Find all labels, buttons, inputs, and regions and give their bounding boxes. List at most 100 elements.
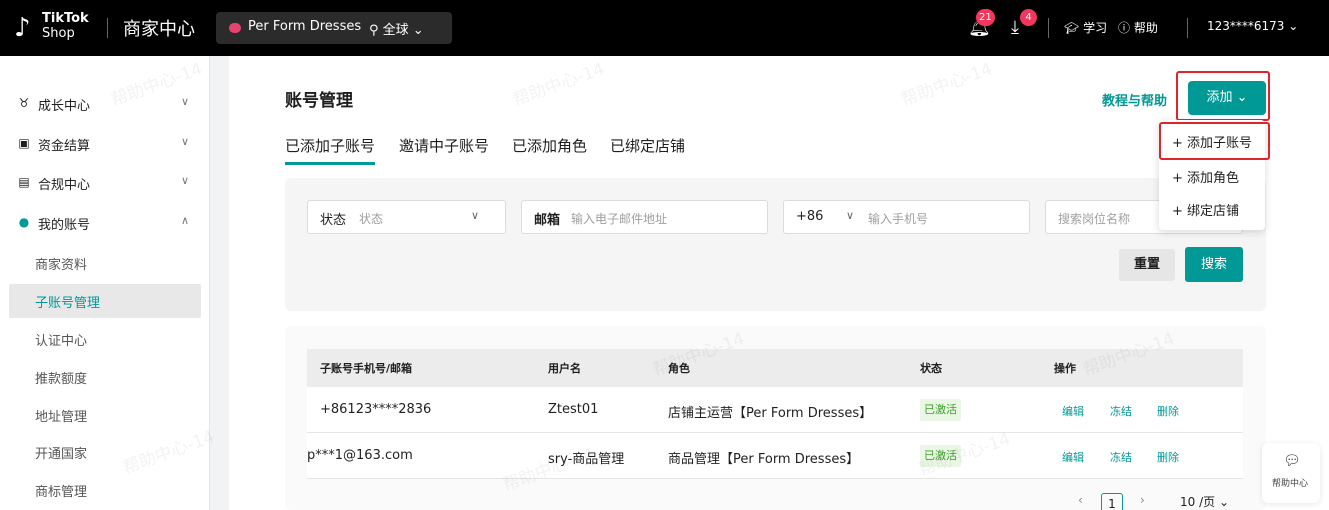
logo-line1: TikTok [42, 11, 89, 26]
edit-link[interactable]: 编辑 [1062, 403, 1084, 419]
reset-button[interactable]: 重置 [1119, 249, 1175, 281]
help-link[interactable]: ⓘ 帮助 [1118, 19, 1158, 36]
cell-username: sry-商品管理 [548, 452, 625, 467]
sidebar-item-label: 我的账号 [38, 218, 91, 233]
sidebar-subitem-address[interactable]: 地址管理 [0, 396, 210, 434]
shop-avatar-icon [229, 23, 241, 33]
tiktok-shop-logo[interactable]: ♪ TikTok Shop [14, 11, 104, 45]
sidebar-item-growth[interactable]: ♉︎ 成长中心 ∨ [0, 85, 210, 123]
app-name: 商家中心 [123, 19, 195, 40]
help-center-label: 帮助中心 [1272, 479, 1309, 489]
sidebar-subitem-label: 商标管理 [35, 485, 88, 500]
chevron-down-icon: ⌄ [408, 23, 424, 38]
column-header: 状态 [920, 362, 942, 375]
download-badge: 4 [1020, 9, 1037, 26]
question-circle-icon: ⓘ [1118, 21, 1134, 35]
email-placeholder: 输入电子邮件地址 [571, 212, 668, 226]
column-header: 子账号手机号/邮箱 [320, 362, 413, 375]
delete-link[interactable]: 删除 [1157, 403, 1179, 419]
help-center-float-button[interactable]: 💬︎ 帮助中心 [1262, 443, 1320, 503]
divider [107, 18, 108, 38]
chat-bubble-icon: 💬︎ [1283, 453, 1301, 469]
tab-inviting-subaccounts[interactable]: 邀请中子账号 [399, 135, 489, 156]
chevron-down-icon: ∨ [181, 135, 190, 148]
edit-link[interactable]: 编辑 [1062, 449, 1084, 465]
phone-field[interactable]: +86 ∨ 输入手机号 [783, 200, 1030, 234]
sidebar-item-my-account[interactable]: ● 我的账号 ∧ [0, 204, 210, 242]
next-page-icon[interactable]: › [1140, 493, 1145, 507]
page-number[interactable]: 1 [1101, 493, 1123, 510]
column-header: 操作 [1054, 362, 1076, 375]
sidebar-subitem-label: 开通国家 [35, 447, 88, 462]
prev-page-icon[interactable]: ‹ [1078, 493, 1083, 507]
column-header: 用户名 [548, 362, 581, 375]
page-title: 账号管理 [285, 91, 353, 111]
sidebar-subitem-merchant-info[interactable]: 商家资料 [0, 244, 210, 282]
sidebar-subitem-label: 地址管理 [35, 410, 88, 425]
search-button[interactable]: 搜索 [1185, 247, 1243, 282]
phone-code[interactable]: +86 [796, 209, 823, 224]
position-placeholder: 搜索岗位名称 [1058, 212, 1131, 226]
tab-bound-shops[interactable]: 已绑定店铺 [610, 135, 685, 156]
chevron-down-icon: ∨ [471, 209, 480, 222]
chevron-down-icon: ∨ [846, 209, 855, 222]
tab-added-subaccounts[interactable]: 已添加子账号 [285, 135, 376, 165]
cell-contact: +86123****2836 [320, 402, 432, 417]
shop-name: Per Form Dresses [248, 19, 362, 34]
notification-bell-icon[interactable]: 🔔︎ 21 [968, 9, 995, 38]
graduation-cap-icon: 🎓︎ [1064, 21, 1084, 35]
highlight-box [1176, 71, 1270, 121]
tab-added-roles[interactable]: 已添加角色 [512, 135, 587, 156]
status-badge: 已激活 [920, 445, 961, 467]
highlight-box [1159, 122, 1270, 160]
menu-item-bind-shop[interactable]: + 绑定店铺 [1172, 200, 1239, 219]
menu-item-add-role[interactable]: + 添加角色 [1172, 167, 1239, 186]
delete-link[interactable]: 删除 [1157, 449, 1179, 465]
learn-label: 学习 [1083, 21, 1108, 35]
region-label: 全球 [382, 23, 409, 38]
chevron-down-icon: ∨ [181, 174, 190, 187]
sidebar-item-compliance[interactable]: ▤ 合规中心 ∨ [0, 164, 210, 202]
document-icon: ▤ [18, 175, 30, 189]
download-icon[interactable]: ⤓ 4 [1011, 9, 1037, 38]
sidebar-subitem-label: 商家资料 [35, 258, 88, 273]
sidebar-subitem-quota[interactable]: 推款额度 [0, 358, 210, 396]
chevron-down-icon: ∨ [181, 95, 190, 108]
email-field[interactable]: 邮箱 输入电子邮件地址 [521, 200, 768, 234]
page-size-select[interactable]: 10 /页 ⌄ [1180, 493, 1229, 510]
sidebar-subitem-subaccount[interactable]: 子账号管理 [0, 282, 210, 320]
divider [1048, 18, 1049, 38]
logo-line2: Shop [42, 26, 75, 41]
freeze-link[interactable]: 冻结 [1110, 449, 1132, 465]
sidebar-subitem-verification[interactable]: 认证中心 [0, 320, 210, 358]
tutorial-help-link[interactable]: 教程与帮助 [1102, 90, 1167, 109]
wallet-icon: ▣ [18, 136, 30, 150]
sidebar-subitem-countries[interactable]: 开通国家 [0, 433, 210, 471]
status-label: 状态 [320, 213, 347, 228]
chevron-down-icon: ⌄ [1215, 495, 1230, 509]
sidebar-subitem-label: 子账号管理 [35, 296, 101, 311]
sidebar-subitem-label: 推款额度 [35, 372, 88, 387]
cell-role: 店铺主运营【Per Form Dresses】 [668, 406, 873, 421]
table-row: +86123****2836 Ztest01 店铺主运营【Per Form Dr… [307, 387, 1243, 433]
learn-link[interactable]: 🎓︎ 学习 [1064, 19, 1107, 36]
notification-badge: 21 [976, 9, 995, 26]
chevron-up-icon: ∧ [181, 214, 190, 227]
sidebar-subitem-label: 认证中心 [35, 334, 88, 349]
sidebar-item-finance[interactable]: ▣ 资金结算 ∨ [0, 125, 210, 163]
sidebar-item-label: 合规中心 [38, 178, 91, 193]
sidebar: ♉︎ 成长中心 ∨ ▣ 资金结算 ∨ ▤ 合规中心 ∨ ● 我的账号 ∧ 商家资… [0, 56, 210, 510]
sidebar-item-label: 资金结算 [38, 139, 91, 154]
column-header: 角色 [668, 362, 690, 375]
status-placeholder: 状态 [359, 212, 384, 226]
region-selector[interactable]: ⚲ 全球 ⌄ [369, 19, 424, 38]
account-menu[interactable]: 123****6173 ⌄ [1207, 19, 1298, 33]
table-header: 子账号手机号/邮箱 用户名 角色 状态 操作 [307, 349, 1243, 387]
shop-selector[interactable]: Per Form Dresses ⚲ 全球 ⌄ [216, 12, 452, 44]
cell-role: 商品管理【Per Form Dresses】 [668, 452, 860, 467]
freeze-link[interactable]: 冻结 [1110, 403, 1132, 419]
sidebar-subitem-trademark[interactable]: 商标管理 [0, 471, 210, 509]
account-name: 123****6173 [1207, 19, 1285, 33]
tiktok-note-icon: ♪ [14, 13, 31, 43]
status-select[interactable]: 状态 状态 ∨ [307, 200, 506, 234]
